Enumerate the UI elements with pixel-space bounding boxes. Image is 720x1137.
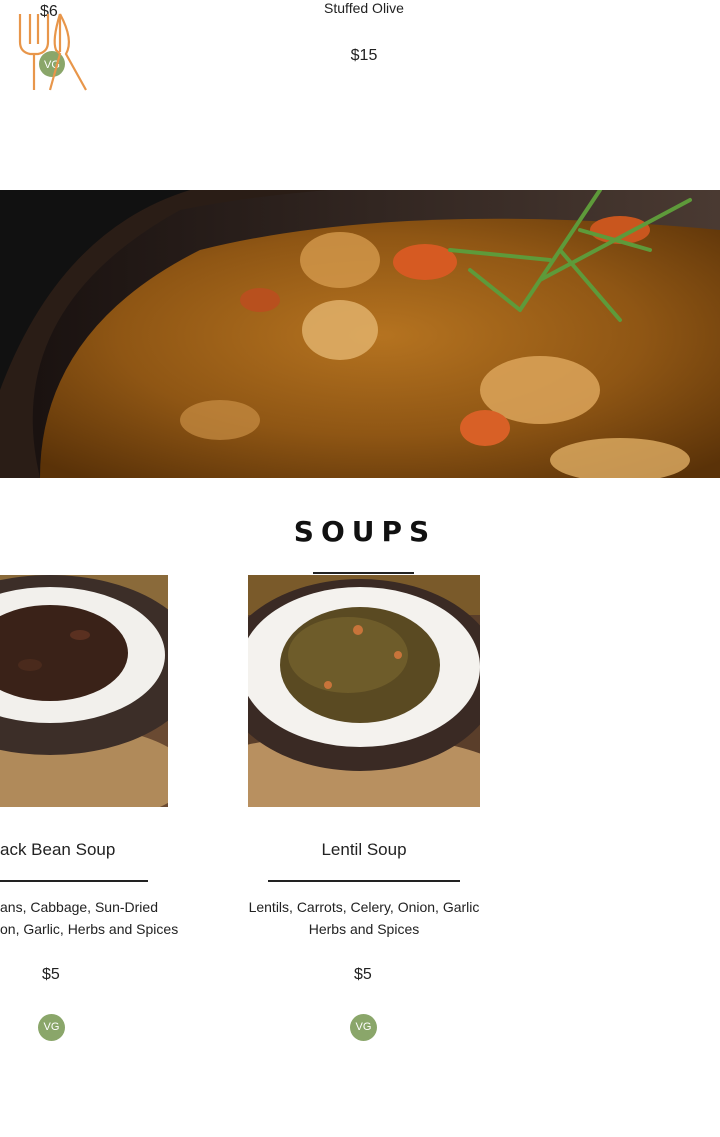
fork-knife-icon[interactable]: VG [16, 10, 90, 94]
item-desc-line: ans, Cabbage, Sun-Dried [0, 899, 158, 915]
item-desc-line: Lentils, Carrots, Celery, Onion, Garlic [248, 899, 480, 915]
lentil-soup-image[interactable] [248, 575, 480, 807]
item-divider [0, 880, 148, 882]
item-divider [268, 880, 460, 882]
item-price-lentil-soup: $5 [354, 966, 372, 983]
section-title-soups: SOUPS [293, 515, 437, 548]
vegan-badge-icon: VG [38, 1014, 65, 1041]
item-name-black-bean-soup: ack Bean Soup [0, 840, 116, 859]
item-name-stuffed-olive: Stuffed Olive [324, 0, 404, 16]
vegan-badge-icon: VG [350, 1014, 377, 1041]
item-desc-line: on, Garlic, Herbs and Spices [0, 921, 179, 937]
item-price-black-bean-soup: $5 [42, 966, 60, 983]
section-title-divider [313, 572, 414, 574]
item-desc-black-bean-soup: ans, Cabbage, Sun-Dried on, Garlic, Herb… [0, 896, 200, 940]
item-desc-lentil-soup: Lentils, Carrots, Celery, Onion, Garlic … [240, 896, 488, 940]
item-price-stuffed-olive: $15 [350, 47, 378, 64]
item-name-lentil-soup: Lentil Soup [321, 840, 407, 859]
item-desc-line: Herbs and Spices [308, 921, 420, 937]
black-bean-soup-image[interactable] [0, 575, 168, 807]
hero-stew-image [0, 190, 720, 478]
